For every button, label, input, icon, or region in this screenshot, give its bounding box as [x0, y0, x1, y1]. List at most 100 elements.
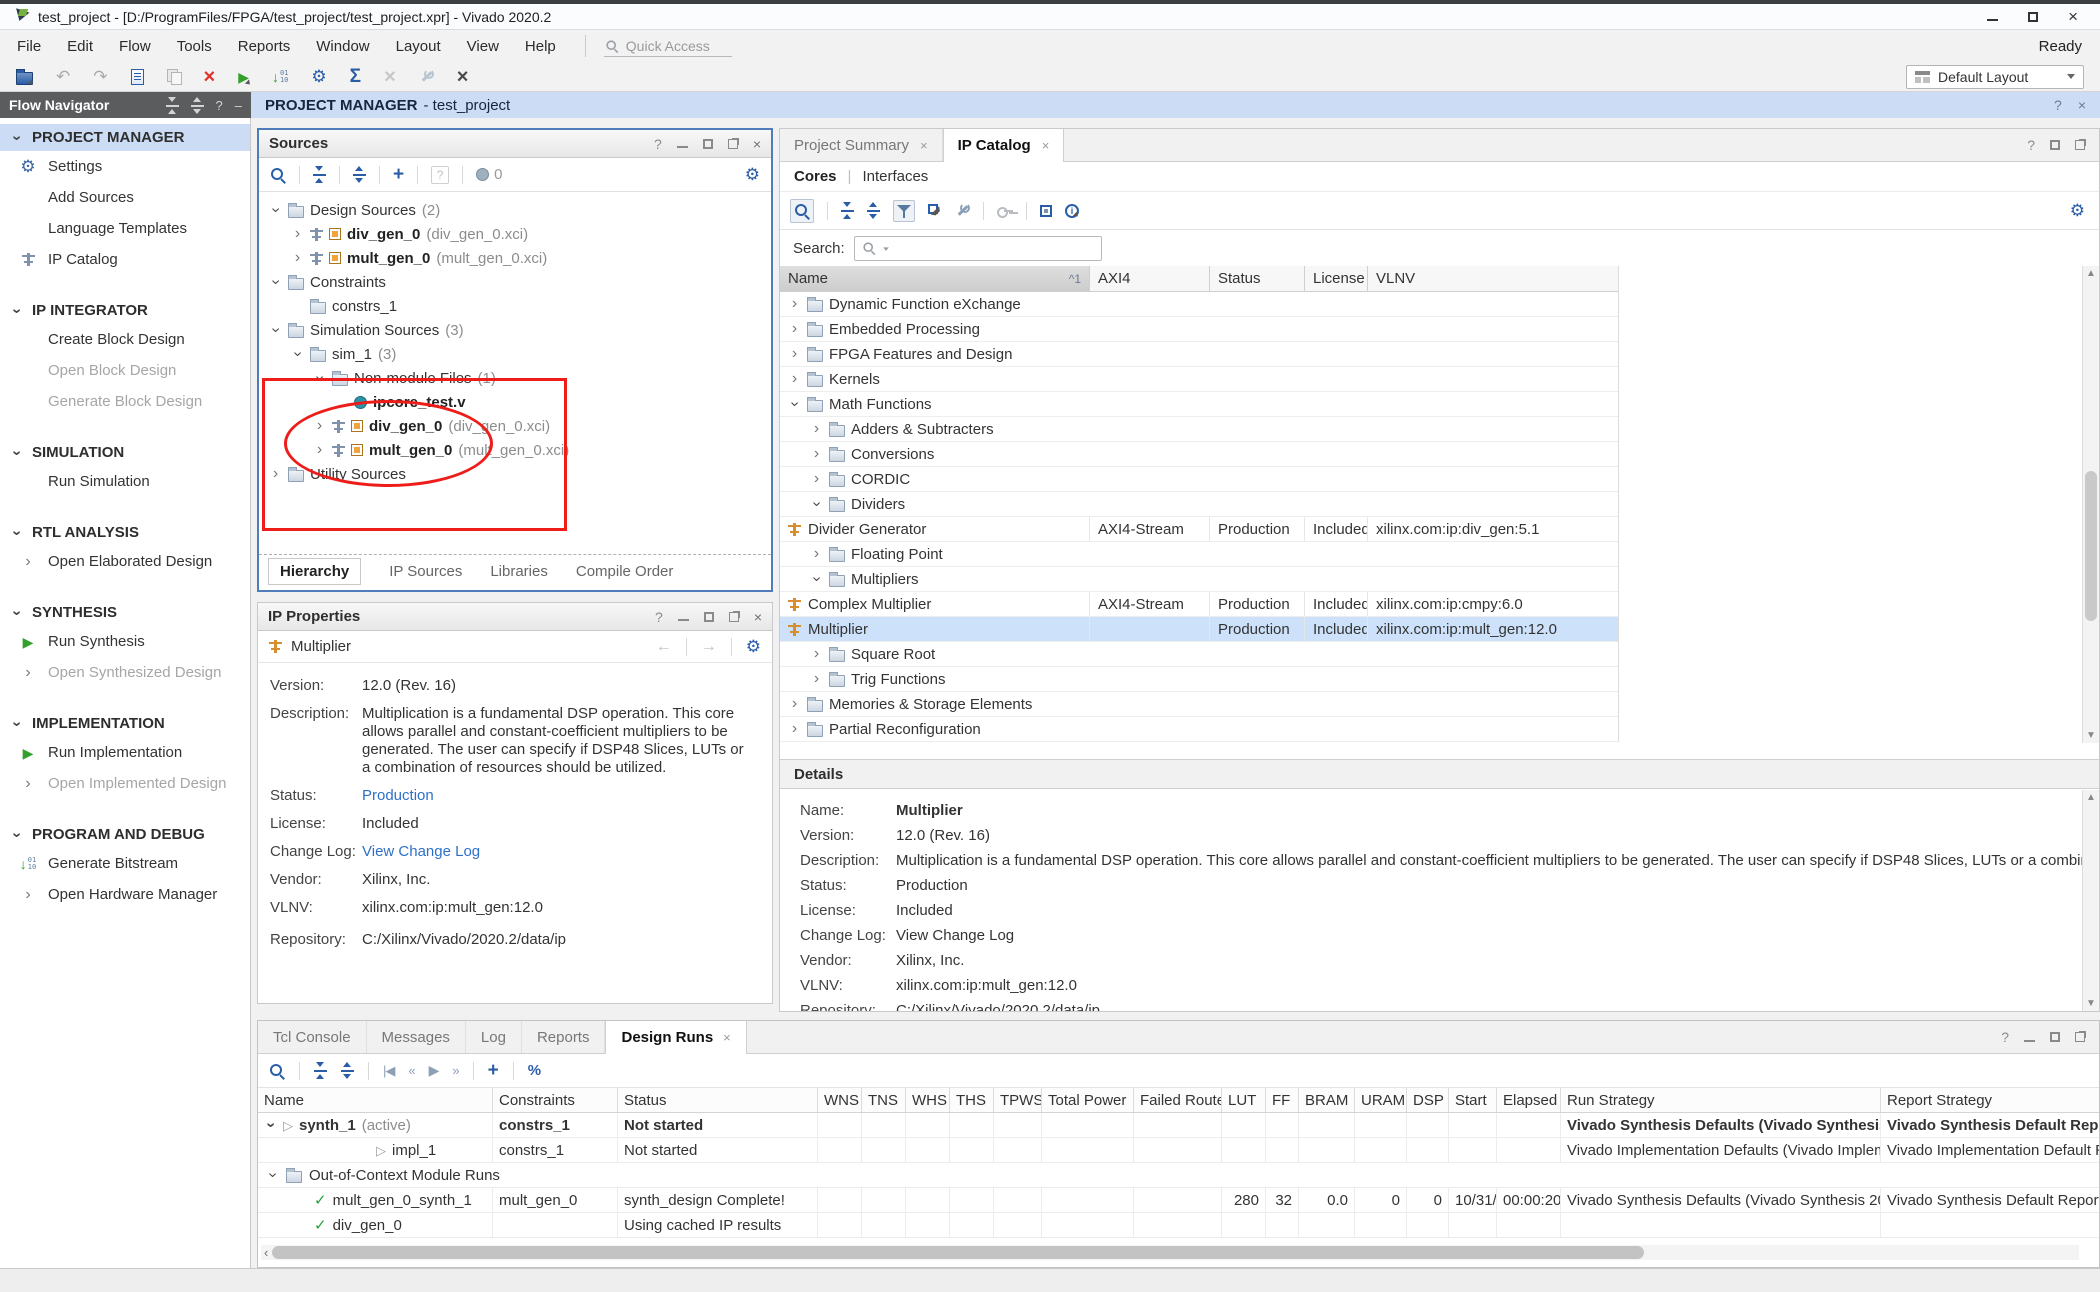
run-row-impl-1[interactable]: impl_1 constrs_1 Not started Vivado Impl…	[258, 1138, 2099, 1163]
window-close-button[interactable]: ×	[2068, 7, 2078, 27]
open-project-button[interactable]	[16, 72, 33, 85]
expander-icon[interactable]	[788, 696, 801, 712]
info-icon[interactable]: i	[1065, 204, 1079, 218]
report-button[interactable]	[131, 69, 144, 85]
maximize-icon[interactable]	[704, 612, 714, 622]
float-icon[interactable]	[729, 612, 739, 622]
catalog-row-conversions[interactable]: Conversions	[780, 442, 1618, 467]
catalog-scrollbar[interactable]: ▲ ▼	[2082, 266, 2099, 743]
tree-row-design-sources[interactable]: Design Sources (2)	[259, 198, 771, 222]
tree-row-ipcore-test-v[interactable]: ipcore_test.v	[259, 390, 771, 414]
catalog-row-trig-functions[interactable]: Trig Functions	[780, 667, 1618, 692]
maximize-icon[interactable]	[2050, 140, 2060, 150]
tree-row-utility-sources[interactable]: Utility Sources	[259, 462, 771, 486]
scroll-up-icon[interactable]: ▲	[2083, 792, 2099, 803]
help-icon[interactable]: ?	[2027, 137, 2035, 153]
expander-icon[interactable]	[313, 442, 326, 458]
maximize-icon[interactable]	[703, 139, 713, 149]
menu-layout[interactable]: Layout	[383, 30, 454, 62]
column-vlnv[interactable]: VLNV	[1368, 266, 1619, 291]
run-row-synth-1[interactable]: synth_1(active) constrs_1 Not started Vi…	[258, 1113, 2099, 1138]
menu-flow[interactable]: Flow	[106, 30, 164, 62]
minimize-navigator-icon[interactable]: –	[235, 98, 242, 113]
delete-button[interactable]: ×	[204, 67, 216, 87]
column-name[interactable]: Name ^1	[780, 266, 1090, 291]
maximize-icon[interactable]	[2050, 1032, 2060, 1042]
percent-icon[interactable]: %	[528, 1062, 541, 1079]
details-scrollbar[interactable]: ▲ ▼	[2082, 790, 2099, 1011]
close-icon[interactable]: ×	[723, 1030, 731, 1045]
expander-icon[interactable]	[290, 348, 306, 361]
minimize-icon[interactable]	[2024, 1033, 2035, 1042]
expander-icon[interactable]	[312, 372, 328, 385]
catalog-search-input[interactable]	[854, 236, 1102, 261]
expander-icon[interactable]	[291, 226, 304, 242]
close-icon[interactable]: ×	[920, 138, 928, 153]
undo-button[interactable]: ↶	[56, 67, 70, 87]
sidebar-section-rtl-analysis[interactable]: RTL ANALYSIS	[0, 519, 250, 546]
expander-icon[interactable]	[787, 398, 803, 411]
column-status[interactable]: Status	[1210, 266, 1305, 291]
sidebar-item-open-hardware-manager[interactable]: Open Hardware Manager	[0, 879, 250, 910]
sidebar-item-language-templates[interactable]: Language Templates	[0, 213, 250, 244]
chevron-down-icon[interactable]	[9, 304, 25, 317]
expander-icon[interactable]	[810, 421, 823, 437]
subtab-cores[interactable]: Cores	[794, 168, 837, 185]
close-icon[interactable]: ×	[1042, 138, 1050, 153]
ip-status-link[interactable]: Production	[362, 787, 744, 805]
chevron-right-icon[interactable]	[22, 887, 35, 903]
catalog-row-fpga-features[interactable]: FPGA Features and Design	[780, 342, 1618, 367]
sidebar-item-create-block-design[interactable]: Create Block Design	[0, 324, 250, 355]
tree-row-simulation-sources[interactable]: Simulation Sources (3)	[259, 318, 771, 342]
tab-messages[interactable]: Messages	[367, 1021, 466, 1053]
column-license[interactable]: License	[1305, 266, 1368, 291]
float-icon[interactable]	[728, 139, 738, 149]
create-run-icon[interactable]: +	[488, 1061, 499, 1080]
menu-view[interactable]: View	[454, 30, 512, 62]
collapse-all-icon[interactable]	[166, 98, 179, 113]
catalog-row-divider-generator[interactable]: Divider Generator AXI4-Stream Production…	[780, 517, 1618, 542]
collapse-all-icon[interactable]	[841, 203, 854, 218]
scrollbar-thumb[interactable]	[2085, 471, 2097, 621]
step-first-icon[interactable]: |◀	[383, 1063, 394, 1079]
chevron-down-icon[interactable]	[9, 446, 25, 459]
close-icon[interactable]: ×	[753, 136, 761, 152]
sidebar-section-simulation[interactable]: SIMULATION	[0, 439, 250, 466]
filter-icon[interactable]	[893, 200, 915, 222]
scroll-up-icon[interactable]: ▲	[2083, 268, 2099, 279]
catalog-row-cordic[interactable]: CORDIC	[780, 467, 1618, 492]
sidebar-item-generate-bitstream[interactable]: ↓0110 Generate Bitstream	[0, 848, 250, 879]
tab-project-summary[interactable]: Project Summary ×	[780, 129, 943, 161]
menu-file[interactable]: File	[4, 30, 54, 62]
tree-row-mult-gen-0[interactable]: mult_gen_0 (mult_gen_0.xci)	[259, 246, 771, 270]
settings-toolbar-icon[interactable]: ⚙	[311, 68, 326, 85]
catalog-row-adders[interactable]: Adders & Subtracters	[780, 417, 1618, 442]
column-axi4[interactable]: AXI4	[1090, 266, 1210, 291]
sidebar-item-run-implementation[interactable]: ▶ Run Implementation	[0, 737, 250, 768]
menu-edit[interactable]: Edit	[54, 30, 106, 62]
catalog-row-partial-reconfiguration[interactable]: Partial Reconfiguration	[780, 717, 1618, 742]
help-icon[interactable]: ?	[216, 98, 223, 113]
float-icon[interactable]	[2075, 1032, 2085, 1042]
minimize-icon[interactable]	[677, 139, 688, 148]
expander-icon[interactable]	[809, 498, 825, 511]
sidebar-section-ip-integrator[interactable]: IP INTEGRATOR	[0, 297, 250, 324]
menu-reports[interactable]: Reports	[225, 30, 304, 62]
catalog-row-math-functions[interactable]: Math Functions	[780, 392, 1618, 417]
detail-change-log-link[interactable]: View Change Log	[896, 927, 1014, 944]
catalog-row-dfx[interactable]: Dynamic Function eXchange	[780, 292, 1618, 317]
expander-icon[interactable]	[265, 1169, 281, 1182]
tree-row-non-module-files[interactable]: Non-module Files (1)	[259, 366, 771, 390]
expander-icon[interactable]	[810, 546, 823, 562]
chevron-right-icon[interactable]	[22, 554, 35, 570]
minimize-icon[interactable]	[678, 612, 689, 621]
expand-all-icon[interactable]	[341, 1063, 354, 1078]
generate-bitstream-toolbar-icon[interactable]: ↓0110	[272, 70, 288, 84]
sidebar-item-run-simulation[interactable]: Run Simulation	[0, 466, 250, 497]
customize-icon[interactable]	[955, 203, 970, 218]
collapse-all-icon[interactable]	[313, 167, 326, 182]
menu-help[interactable]: Help	[512, 30, 569, 62]
help-icon[interactable]: ?	[654, 136, 662, 152]
expander-icon[interactable]	[810, 471, 823, 487]
step-forward-icon[interactable]: »	[452, 1063, 458, 1078]
